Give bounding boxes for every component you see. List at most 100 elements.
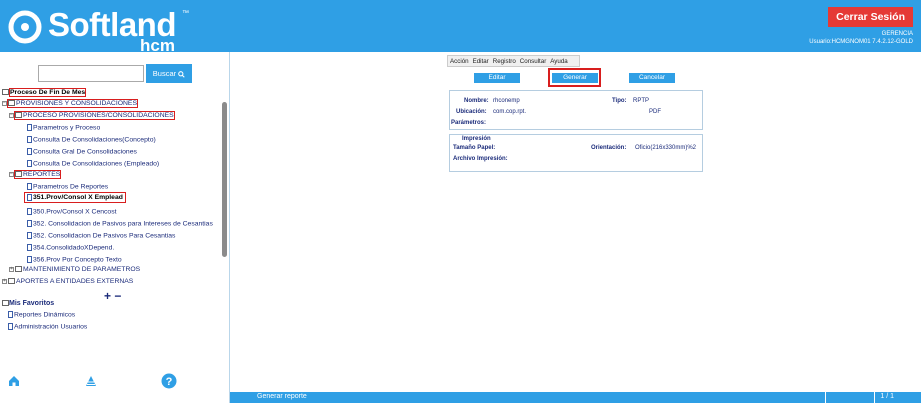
tree-item-leaf[interactable]: Parametros De Reportes [27,183,108,190]
tree-reportes-label: REPORTES [23,171,61,178]
logo-trademark: ™ [182,10,189,17]
tree-item-root[interactable]: Proceso De Fin De Mes [2,88,87,97]
user-info: GERENCIA Usuario:HCMGNOM01 7.4.2.12-GOLD [809,30,913,46]
tree-scrollbar-thumb[interactable] [222,102,227,257]
tree-item-leaf[interactable]: 350.Prov/Consol X Cencost [27,208,117,215]
folder-open-icon [8,100,15,107]
expand-toggle-icon[interactable]: + [2,278,7,284]
document-icon [27,148,32,155]
cancel-button[interactable]: Cancelar [629,73,675,83]
parametros-label: Parámetros: [451,120,487,126]
tree-leaf-label: Consulta De Consolidaciones (Empleado) [33,160,160,168]
tree-leaf-label: 352. Consolidacion De Pasivos Para Cesan… [33,232,176,240]
softland-logo: Softland ™ hcm [8,4,198,55]
expand-all-button[interactable]: + [104,289,111,303]
tree-leaf-label: 352. Consolidacion de Pasivos para Inter… [33,220,213,228]
search-input[interactable] [38,65,144,82]
header-bar: Softland ™ hcm Cerrar Sesión GERENCIA Us… [0,0,921,55]
menu-item-consultar[interactable]: Consultar [518,56,548,65]
orientacion-value: Oficio(216x330mm)%2 [635,145,697,151]
favorite-item[interactable]: Administración Usuarios [8,323,87,330]
tree-item-mantenimiento[interactable]: + MANTENIMIENTO DE PARAMETROS [9,266,140,273]
tree-item-aportes[interactable]: + APORTES A ENTIDADES EXTERNAS [2,278,133,285]
document-icon [27,136,32,143]
document-icon [8,323,13,330]
tree-item-provisiones[interactable]: − PROVISIONES Y CONSOLIDACIONES [2,99,138,108]
document-icon [27,220,32,227]
tree-leaf-label: 356.Prov Por Concepto Texto [33,256,122,264]
favorite-item[interactable]: Reportes Dinámicos [8,311,75,318]
tree-expand-collapse: + − [104,289,121,303]
expand-toggle-icon[interactable]: + [9,266,14,272]
tree-item-leaf[interactable]: 352. Consolidacion De Pasivos Para Cesan… [27,232,175,239]
nombre-label: Nombre: [464,98,489,104]
document-icon [27,244,32,251]
print-settings-panel: Impresión Tamaño Papel: Orientación: Ofi… [449,134,703,172]
favorites-title[interactable]: Mis Favoritos [2,300,54,307]
nombre-value: rhconemp [493,98,520,104]
tree-item-leaf[interactable]: Parametros y Proceso [27,124,100,131]
favorite-item-label: Reportes Dinámicos [14,311,76,319]
impresion-title: Impresión [462,136,491,142]
folder-open-icon [15,171,22,178]
logout-button[interactable]: Cerrar Sesión [828,7,913,27]
tree-selected-label: 351.Prov/Consol X Emplead [33,194,123,202]
triangle-stack-icon[interactable] [84,374,98,388]
tamano-label: Tamaño Papel: [453,145,496,151]
tree-leaf-label: Parametros y Proceso [33,124,101,132]
folder-icon [2,89,9,96]
tree-provisiones-label: PROVISIONES Y CONSOLIDACIONES [16,100,137,107]
pdf-value: PDF [649,109,661,115]
tree-root-label: Proceso De Fin De Mes [8,88,87,97]
menu-item-ayuda[interactable]: Ayuda [548,56,569,65]
collapse-all-button[interactable]: − [114,289,121,303]
svg-text:?: ? [166,376,173,388]
orientacion-label: Orientación: [591,145,627,151]
tree-item-leaf[interactable]: 354.ConsolidadoXDepend. [27,244,114,251]
tree-leaf-label: Consulta De Consolidaciones(Concepto) [33,136,156,144]
edit-button[interactable]: Editar [474,73,520,83]
folder-icon [15,266,22,273]
search-button[interactable]: Buscar [146,64,192,83]
collapse-toggle-icon[interactable]: − [2,100,7,106]
status-divider [825,392,826,403]
tree-item-leaf[interactable]: Consulta De Consolidaciones(Concepto) [27,136,156,143]
status-page: 1 / 1 [880,393,894,400]
app-root: Softland ™ hcm Cerrar Sesión GERENCIA Us… [0,0,921,403]
help-icon[interactable]: ? [161,373,177,389]
tipo-value: RPTP [633,98,650,104]
folder-open-icon [15,112,22,119]
home-icon[interactable] [7,374,21,388]
tree-item-leaf[interactable]: 352. Consolidacion de Pasivos para Inter… [27,220,213,227]
collapse-toggle-icon[interactable]: − [9,171,14,177]
tree-item-leaf[interactable]: 356.Prov Por Concepto Texto [27,256,122,263]
favorite-item-label: Administración Usuarios [14,323,88,331]
folder-icon [8,278,15,285]
menu-item-accion[interactable]: Acción [448,56,471,65]
folder-icon [2,300,9,307]
menu-item-registro[interactable]: Registro [491,56,518,65]
tree-item-leaf[interactable]: Consulta De Consolidaciones (Empleado) [27,160,159,167]
tree-leaf-label: Consulta Gral De Consolidaciones [33,148,137,156]
document-icon [27,256,32,263]
tree-leaf-label: 354.ConsolidadoXDepend. [33,244,115,252]
tree-mantenimiento-label: MANTENIMIENTO DE PARAMETROS [23,266,141,273]
document-icon [27,232,32,239]
tree-item-selected[interactable]: 351.Prov/Consol X Emplead [24,192,126,204]
status-divider [874,392,875,403]
softland-logo-icon [8,10,42,44]
user-role: GERENCIA [881,31,913,37]
generate-button[interactable]: Generar [552,73,598,83]
document-icon [27,194,32,201]
user-name: Usuario:HCMGNOM01 7.4.2.12-GOLD [809,39,913,45]
search-button-label: Buscar [152,69,177,78]
tree-proceso-label: PROCESO PROVISIONES/CONSOLIDACIONES [23,112,174,119]
tree-item-reportes[interactable]: − REPORTES [9,170,62,179]
tree-aportes-label: APORTES A ENTIDADES EXTERNAS [16,278,134,285]
menu-item-editar[interactable]: Editar [471,56,491,65]
ubicacion-label: Ubicación: [456,109,487,115]
tree-item-leaf[interactable]: Consulta Gral De Consolidaciones [27,148,137,155]
collapse-toggle-icon[interactable]: − [9,112,14,118]
tree-item-proceso[interactable]: − PROCESO PROVISIONES/CONSOLIDACIONES [9,111,175,120]
tree-leaf-label: 350.Prov/Consol X Cencost [33,208,117,216]
